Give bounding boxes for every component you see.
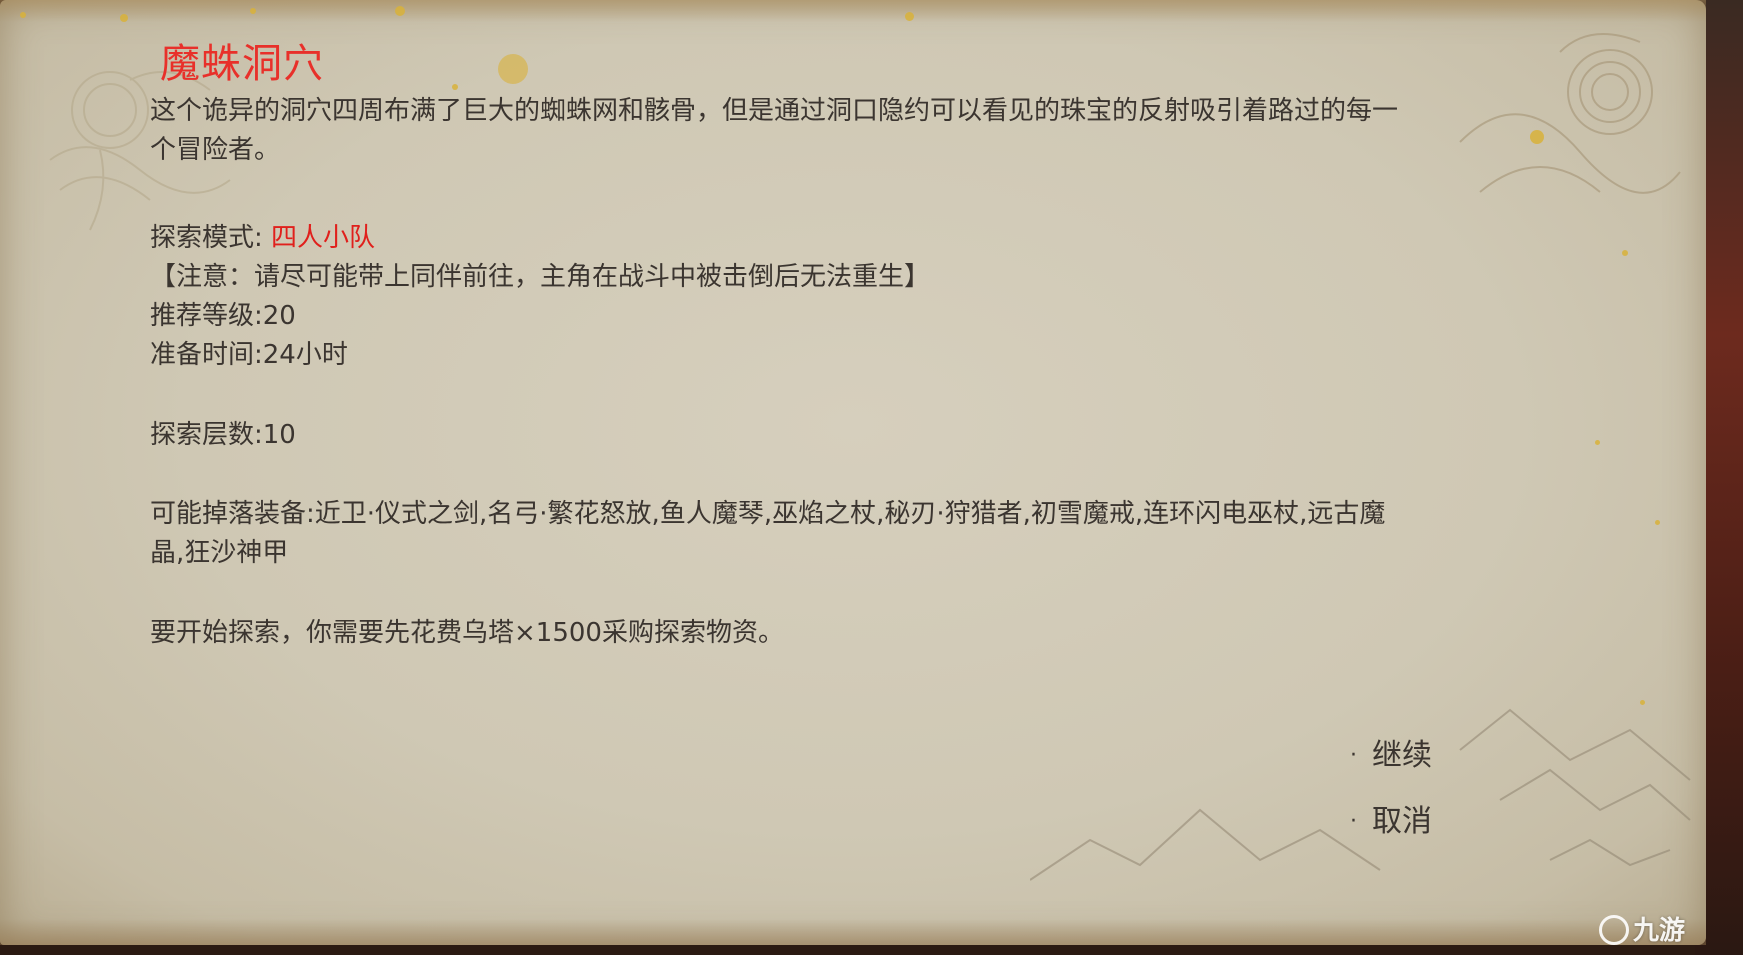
parchment-bottom-edge: [0, 919, 1706, 945]
game-screen: 魔蛛洞穴 这个诡异的洞穴四周布满了巨大的蜘蛛网和骸骨，但是通过洞口隐约可以看见的…: [0, 0, 1743, 955]
description-line-1: 这个诡异的洞穴四周布满了巨大的蜘蛛网和骸骨，但是通过洞口隐约可以看见的珠宝的反射…: [150, 96, 1399, 126]
exploration-mode: 探索模式: 四人小队: [150, 219, 375, 258]
top-right-sun-ornament: [1459, 33, 1681, 194]
watermark-logo-icon: [1598, 915, 1629, 945]
mode-label: 探索模式:: [150, 223, 272, 253]
gold-fleck: [120, 14, 128, 22]
watermark: 九游: [1598, 910, 1685, 947]
notice-text: 【注意：请尽可能带上同伴前往，主角在战斗中被击倒后无法重生】: [150, 262, 931, 292]
gold-fleck: [452, 84, 458, 90]
cancel-label: 取消: [1372, 804, 1432, 839]
gold-fleck: [1595, 440, 1600, 445]
gold-fleck: [1655, 520, 1660, 525]
bullet-dot: ·: [1350, 743, 1357, 768]
floor-count: 探索层数:10: [150, 420, 296, 450]
drops-line-1: 可能掉落装备:近卫·仪式之剑,名弓·繁花怒放,鱼人魔琴,巫焰之杖,秘刃·狩猎者,…: [150, 499, 1386, 529]
watermark-text: 九游: [1632, 916, 1685, 946]
continue-label: 继续: [1372, 738, 1432, 773]
drops-line-2: 晶,狂沙神甲: [150, 538, 289, 568]
dialog-title: 魔蛛洞穴: [160, 41, 324, 87]
bullet-dot: ·: [1350, 809, 1357, 834]
gold-fleck: [250, 8, 256, 14]
cost-text: 要开始探索，你需要先花费乌塔×1500采购探索物资。: [150, 618, 784, 648]
gold-fleck: [498, 54, 528, 84]
prep-time: 准备时间:24小时: [150, 340, 348, 370]
mode-value: 四人小队: [271, 223, 376, 253]
gold-fleck: [20, 12, 26, 18]
parchment-dialog: 魔蛛洞穴 这个诡异的洞穴四周布满了巨大的蜘蛛网和骸骨，但是通过洞口隐约可以看见的…: [0, 0, 1706, 945]
gold-fleck: [905, 12, 914, 21]
continue-option[interactable]: · 继续: [1350, 736, 1432, 776]
recommended-level: 推荐等级:20: [150, 301, 296, 331]
gold-fleck: [1622, 250, 1628, 256]
gold-fleck: [1530, 130, 1544, 144]
gold-fleck: [1640, 700, 1645, 705]
cancel-option[interactable]: · 取消: [1350, 802, 1432, 842]
gold-fleck: [395, 6, 405, 16]
description-line-2: 个冒险者。: [150, 135, 281, 165]
